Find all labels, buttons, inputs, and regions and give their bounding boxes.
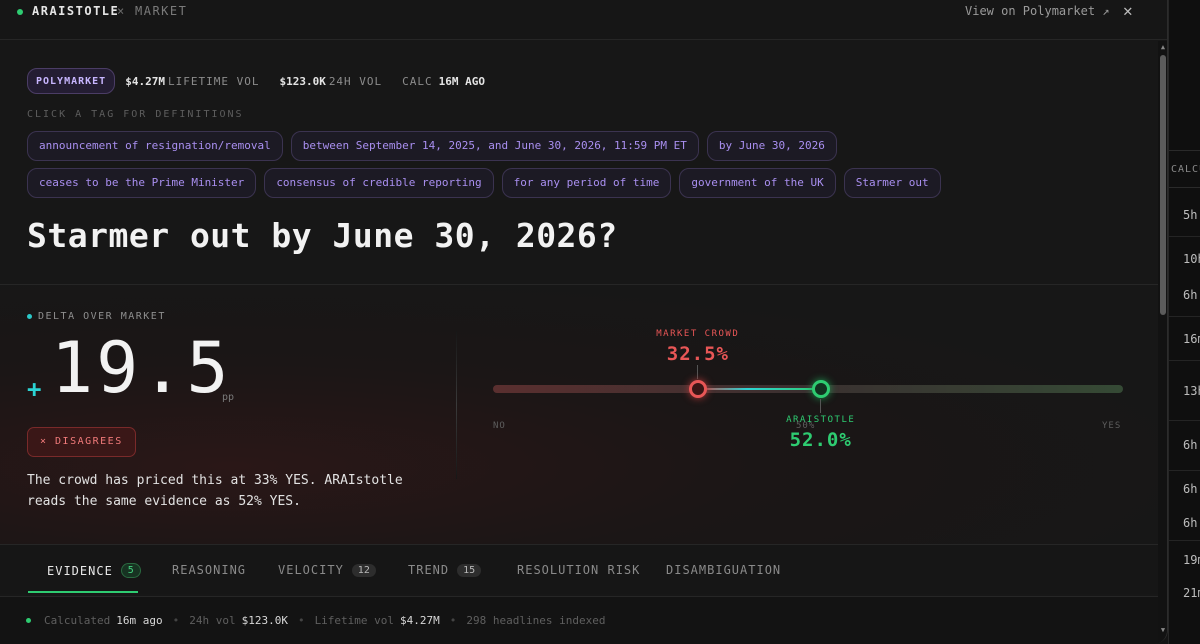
- crowd-marker: [688, 380, 707, 398]
- delta-label: DELTA OVER MARKET: [27, 311, 166, 322]
- brand-name: ARAISTOTLE: [32, 4, 120, 18]
- tag-chip[interactable]: for any period of time: [501, 168, 672, 198]
- background-cell: 5h: [1183, 208, 1198, 222]
- tag-chip[interactable]: by June 30, 2026: [706, 131, 837, 161]
- footer-calculated: Calculated 16m ago: [44, 614, 163, 627]
- delta-sign: +: [27, 375, 42, 403]
- detail-tabs: EVIDENCE 5 REASONING VELOCITY 12 TREND 15 R…: [0, 544, 1158, 594]
- axis-mid: 50%: [796, 421, 816, 431]
- tag-chip[interactable]: announcement of resignation/removal: [27, 131, 283, 161]
- breadcrumb-separator: ×: [117, 4, 125, 18]
- delta-section: DELTA OVER MARKET + 19.5 pp × DISAGREES …: [0, 284, 1158, 544]
- background-cell: 6h: [1183, 288, 1198, 302]
- delta-summary: The crowd has priced this at 33% YES. AR…: [27, 473, 403, 509]
- tab-velocity[interactable]: VELOCITY 12: [278, 563, 376, 577]
- footer-headlines: 298 headlines indexed: [466, 614, 606, 627]
- delta-unit: pp: [222, 392, 235, 403]
- background-page: CALCU 5h 10h 6h 16m 13h 6h 6h 6h 19m 21m: [1168, 0, 1200, 644]
- probability-gauge: [493, 380, 1123, 398]
- tag-row-2: ceases to be the Prime Minister consensu…: [27, 168, 949, 198]
- active-tab-indicator: [28, 591, 138, 593]
- lifetime-volume: $4.27M LIFETIME VOL: [125, 74, 260, 88]
- tag-chip[interactable]: between September 14, 2025, and June 30,…: [290, 131, 699, 161]
- background-cell: 16m: [1183, 332, 1200, 346]
- tab-resolution-risk[interactable]: RESOLUTION RISK: [517, 563, 640, 577]
- background-cell: 21m: [1183, 586, 1200, 600]
- crowd-tick: [697, 365, 699, 379]
- background-column-header: CALCU: [1169, 150, 1200, 188]
- status-dot-icon: [26, 618, 31, 623]
- tag-chip[interactable]: ceases to be the Prime Minister: [27, 168, 257, 198]
- background-cell: 19m: [1183, 553, 1200, 567]
- modal-scrollbar[interactable]: ▲ ▼: [1158, 41, 1167, 644]
- view-on-polymarket-link[interactable]: View on Polymarket ↗: [965, 4, 1110, 18]
- tab-reasoning[interactable]: REASONING: [172, 563, 246, 577]
- footer-lifetime-vol: Lifetime vol $4.27M: [314, 614, 440, 627]
- tag-hint: CLICK A TAG FOR DEFINITIONS: [27, 109, 244, 120]
- tag-chip[interactable]: government of the UK: [679, 168, 836, 198]
- tag-chip[interactable]: consensus of credible reporting: [264, 168, 494, 198]
- scroll-down-icon[interactable]: ▼: [1158, 626, 1167, 634]
- calc-time: CALC 16M AGO: [402, 74, 486, 88]
- crowd-label: MARKET CROWD: [656, 329, 740, 339]
- evidence-count-badge: 5: [120, 563, 141, 578]
- market-modal: ARAISTOTLE × MARKET View on Polymarket ↗…: [0, 0, 1168, 644]
- araistotle-value: 52.0%: [789, 429, 852, 451]
- disagrees-badge: × DISAGREES: [27, 427, 136, 457]
- araistotle-tick: [820, 399, 822, 413]
- close-icon[interactable]: ✕: [1123, 1, 1133, 20]
- background-cell: 10h: [1183, 252, 1200, 266]
- breadcrumb-market: MARKET: [135, 4, 188, 18]
- section-divider: [456, 331, 457, 479]
- background-cell: 6h: [1183, 482, 1198, 496]
- tab-evidence[interactable]: EVIDENCE 5: [47, 563, 141, 578]
- velocity-count-badge: 12: [351, 563, 376, 577]
- market-meta-row: POLYMARKET $4.27M LIFETIME VOL $123.0K 24H…: [27, 68, 488, 94]
- tab-disambiguation[interactable]: DISAMBIGUATION: [666, 563, 781, 577]
- market-title: Starmer out by June 30, 2026?: [27, 216, 618, 255]
- axis-yes: YES: [1102, 421, 1122, 431]
- tab-trend[interactable]: TREND 15: [408, 563, 482, 577]
- volume-24h: $123.0K 24H VOL: [279, 74, 383, 88]
- market-header: POLYMARKET $4.27M LIFETIME VOL $123.0K 24H…: [0, 41, 1158, 284]
- footer-24h-vol: 24h vol $123.0K: [189, 614, 288, 627]
- delta-dot-icon: [27, 314, 32, 319]
- status-footer: Calculated 16m ago • 24h vol $123.0K • Lif…: [0, 596, 1158, 644]
- crowd-value: 32.5%: [666, 343, 729, 365]
- background-cell: 6h: [1183, 516, 1198, 530]
- gauge-delta-link: [697, 388, 821, 390]
- tag-chip[interactable]: Starmer out: [843, 168, 941, 198]
- background-cell: 6h: [1183, 438, 1198, 452]
- modal-topbar: ARAISTOTLE × MARKET View on Polymarket ↗…: [0, 0, 1167, 40]
- status-dot-icon: [17, 9, 23, 15]
- background-cell: 13h: [1183, 384, 1200, 398]
- scroll-up-icon[interactable]: ▲: [1158, 43, 1167, 51]
- araistotle-marker: [811, 380, 830, 398]
- trend-count-badge: 15: [457, 563, 482, 577]
- tag-row-1: announcement of resignation/removal betw…: [27, 131, 845, 161]
- axis-no: NO: [493, 421, 506, 431]
- delta-value: 19.5: [51, 327, 232, 409]
- source-badge: POLYMARKET: [27, 68, 116, 94]
- scroll-thumb[interactable]: [1160, 55, 1166, 315]
